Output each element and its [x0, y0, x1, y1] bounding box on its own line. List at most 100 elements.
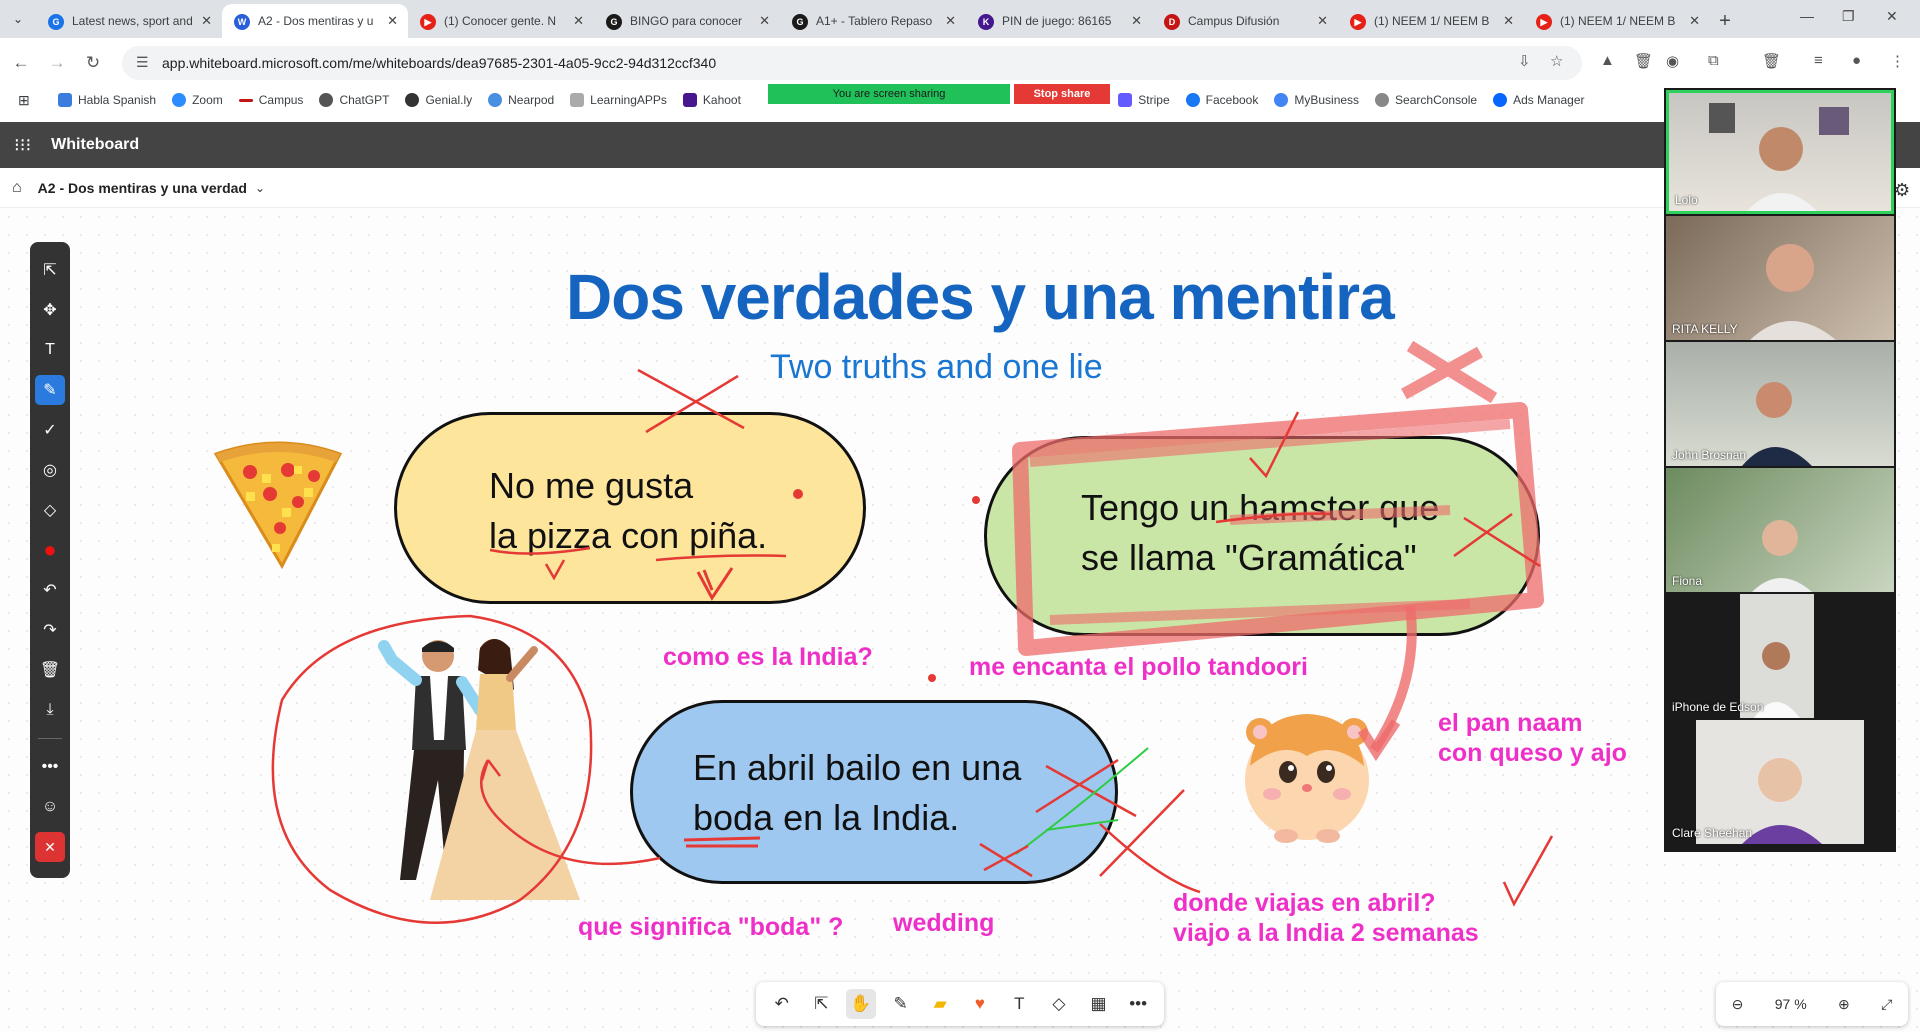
note-wedding[interactable]: wedding	[893, 908, 994, 938]
close-tab-icon[interactable]: ✕	[945, 13, 956, 29]
browser-tab[interactable]: ▶ (1) NEEM 1/ NEEM B ✕	[1338, 4, 1524, 38]
statement-card-hamster[interactable]: Tengo un hamster que se llama "Gramática…	[984, 436, 1540, 636]
bookmark-star-icon[interactable]: ☆	[1550, 52, 1563, 70]
home-icon[interactable]: ⌂	[12, 179, 22, 197]
redo-icon[interactable]: ↷	[35, 615, 65, 645]
reactions-heart-icon[interactable]: ♥	[965, 989, 995, 1019]
drive-extension-icon[interactable]: ▲	[1600, 52, 1615, 69]
note-pan-2[interactable]: con queso y ajo	[1438, 738, 1627, 768]
close-window-icon[interactable]: ✕	[1886, 8, 1898, 25]
browser-tab[interactable]: K PIN de juego: 86165 ✕	[966, 4, 1152, 38]
note-boda[interactable]: que significa "boda" ?	[578, 912, 843, 942]
close-tab-icon[interactable]: ✕	[201, 13, 212, 29]
note-india[interactable]: como es la India?	[663, 642, 873, 672]
browser-tab[interactable]: G BINGO para conocer ✕	[594, 4, 780, 38]
delete-icon[interactable]: 🗑	[1762, 52, 1781, 70]
browser-tab[interactable]: G A1+ - Tablero Repaso ✕	[780, 4, 966, 38]
download-icon[interactable]: ⤓	[35, 695, 65, 725]
bookmark-item[interactable]: Nearpod	[488, 93, 554, 107]
hamster-image[interactable]	[1232, 696, 1382, 846]
note-pan-1[interactable]: el pan naam	[1438, 708, 1583, 738]
bookmark-item[interactable]: Campus	[238, 93, 303, 107]
settings-gear-icon[interactable]: ⚙	[1894, 180, 1910, 201]
restore-window-icon[interactable]: ❐	[1842, 8, 1855, 25]
bookmark-item[interactable]: Stripe	[1118, 93, 1170, 107]
pan-hand-icon[interactable]: ✋	[845, 989, 876, 1019]
bookmark-item[interactable]: Ads Manager	[1493, 93, 1584, 107]
sticky-note-icon[interactable]: ▰	[925, 989, 955, 1019]
close-tab-icon[interactable]: ✕	[759, 13, 770, 29]
wedding-couple-image[interactable]	[320, 630, 610, 910]
bookmark-item[interactable]: Habla Spanish	[58, 93, 156, 107]
close-tab-icon[interactable]: ✕	[1503, 13, 1514, 29]
browser-tab[interactable]: G Latest news, sport and ✕	[36, 4, 222, 38]
bookmark-item[interactable]: Kahoot	[682, 93, 741, 107]
close-tab-icon[interactable]: ✕	[387, 13, 398, 29]
pen-icon[interactable]: ✎	[886, 989, 916, 1019]
close-icon[interactable]: ✕	[35, 832, 65, 862]
back-icon[interactable]: ←	[6, 53, 36, 73]
statement-card-wedding[interactable]: En abril bailo en una boda en la India.	[630, 700, 1118, 884]
text-icon[interactable]: T	[1004, 989, 1034, 1019]
zoom-in-icon[interactable]: ⊕	[1838, 996, 1850, 1013]
select-tool-icon[interactable]: ⇱	[35, 255, 65, 285]
templates-icon[interactable]: ▦	[1084, 989, 1114, 1019]
note-viajas-2[interactable]: viajo a la India 2 semanas	[1173, 918, 1479, 948]
pizza-slice-image[interactable]	[210, 436, 346, 572]
site-info-icon[interactable]: ☰	[136, 54, 149, 71]
close-tab-icon[interactable]: ✕	[1131, 13, 1142, 29]
bookmark-item[interactable]: ChatGPT	[319, 93, 389, 107]
note-tandoori[interactable]: me encanta el pollo tandoori	[969, 652, 1308, 682]
chrome-menu-icon[interactable]: ⋮	[1890, 52, 1905, 70]
more-options-icon[interactable]: •••	[35, 752, 65, 782]
color-red-icon[interactable]: ●	[35, 535, 65, 565]
fit-to-screen-icon[interactable]: ⤢	[1881, 996, 1892, 1013]
media-controls-icon[interactable]: ≡	[1814, 52, 1823, 69]
close-tab-icon[interactable]: ✕	[573, 13, 584, 29]
participant-tile[interactable]: RITA KELLY	[1666, 216, 1894, 340]
note-viajas-1[interactable]: donde viajas en abril?	[1173, 888, 1436, 918]
participant-tile[interactable]: Lolo	[1666, 90, 1894, 214]
text-tool-icon[interactable]: T	[35, 335, 65, 365]
eraser-icon[interactable]: ◇	[35, 495, 65, 525]
stop-share-button[interactable]: Stop share	[1014, 84, 1110, 104]
extensions-puzzle-icon[interactable]: ⧉	[1708, 52, 1719, 69]
bookmark-item[interactable]: Zoom	[172, 93, 223, 107]
apps-grid-icon[interactable]: ⊞	[18, 92, 40, 109]
profile-avatar-icon[interactable]: ●	[1852, 52, 1861, 69]
laser-pointer-icon[interactable]: ◎	[35, 455, 65, 485]
url-bar[interactable]: ☰ app.whiteboard.microsoft.com/me/whiteb…	[122, 46, 1582, 80]
shapes-icon[interactable]: ◇	[1044, 989, 1074, 1019]
more-icon[interactable]: •••	[1123, 989, 1153, 1019]
tab-search-chevron-icon[interactable]: ⌄	[0, 0, 36, 38]
bookmark-item[interactable]: Genial.ly	[405, 93, 472, 107]
close-tab-icon[interactable]: ✕	[1689, 13, 1700, 29]
extension-icon[interactable]: ◉	[1666, 52, 1679, 70]
install-app-icon[interactable]: ⇩	[1518, 52, 1531, 70]
statement-card-pizza[interactable]: No me gusta la pizza con piña.	[394, 412, 866, 604]
participant-tile[interactable]: iPhone de Edson	[1666, 594, 1894, 718]
board-name[interactable]: A2 - Dos mentiras y una verdad	[38, 180, 247, 196]
browser-tab[interactable]: ▶ (1) Conocer gente. N ✕	[408, 4, 594, 38]
bookmark-item[interactable]: LearningAPPs	[570, 93, 667, 107]
trash-extension-icon[interactable]: 🗑	[1634, 52, 1653, 70]
browser-tab[interactable]: ▶ (1) NEEM 1/ NEEM B ✕	[1524, 4, 1710, 38]
bookmark-item[interactable]: MyBusiness	[1274, 93, 1359, 107]
participants-icon[interactable]: ☺	[35, 792, 65, 822]
clear-icon[interactable]: 🗑	[35, 655, 65, 685]
screen-sharing-banner[interactable]: You are screen sharing	[768, 84, 1010, 104]
forward-icon[interactable]: →	[42, 53, 72, 73]
undo-icon[interactable]: ↶	[767, 989, 797, 1019]
browser-tab-active[interactable]: W A2 - Dos mentiras y u ✕	[222, 4, 408, 38]
bookmark-item[interactable]: SearchConsole	[1375, 93, 1477, 107]
undo-icon[interactable]: ↶	[35, 575, 65, 605]
select-icon[interactable]: ⇱	[806, 989, 836, 1019]
pen-tool-icon[interactable]: ✎	[35, 375, 65, 405]
zoom-level[interactable]: 97 %	[1775, 996, 1807, 1012]
zoom-out-icon[interactable]: ⊖	[1732, 996, 1744, 1013]
app-launcher-icon[interactable]: ⁝⁝⁝	[14, 135, 31, 156]
browser-tab[interactable]: D Campus Difusión ✕	[1152, 4, 1338, 38]
reload-icon[interactable]: ↻	[78, 53, 108, 73]
participant-tile[interactable]: Fiona	[1666, 468, 1894, 592]
bookmark-item[interactable]: Facebook	[1185, 93, 1258, 107]
